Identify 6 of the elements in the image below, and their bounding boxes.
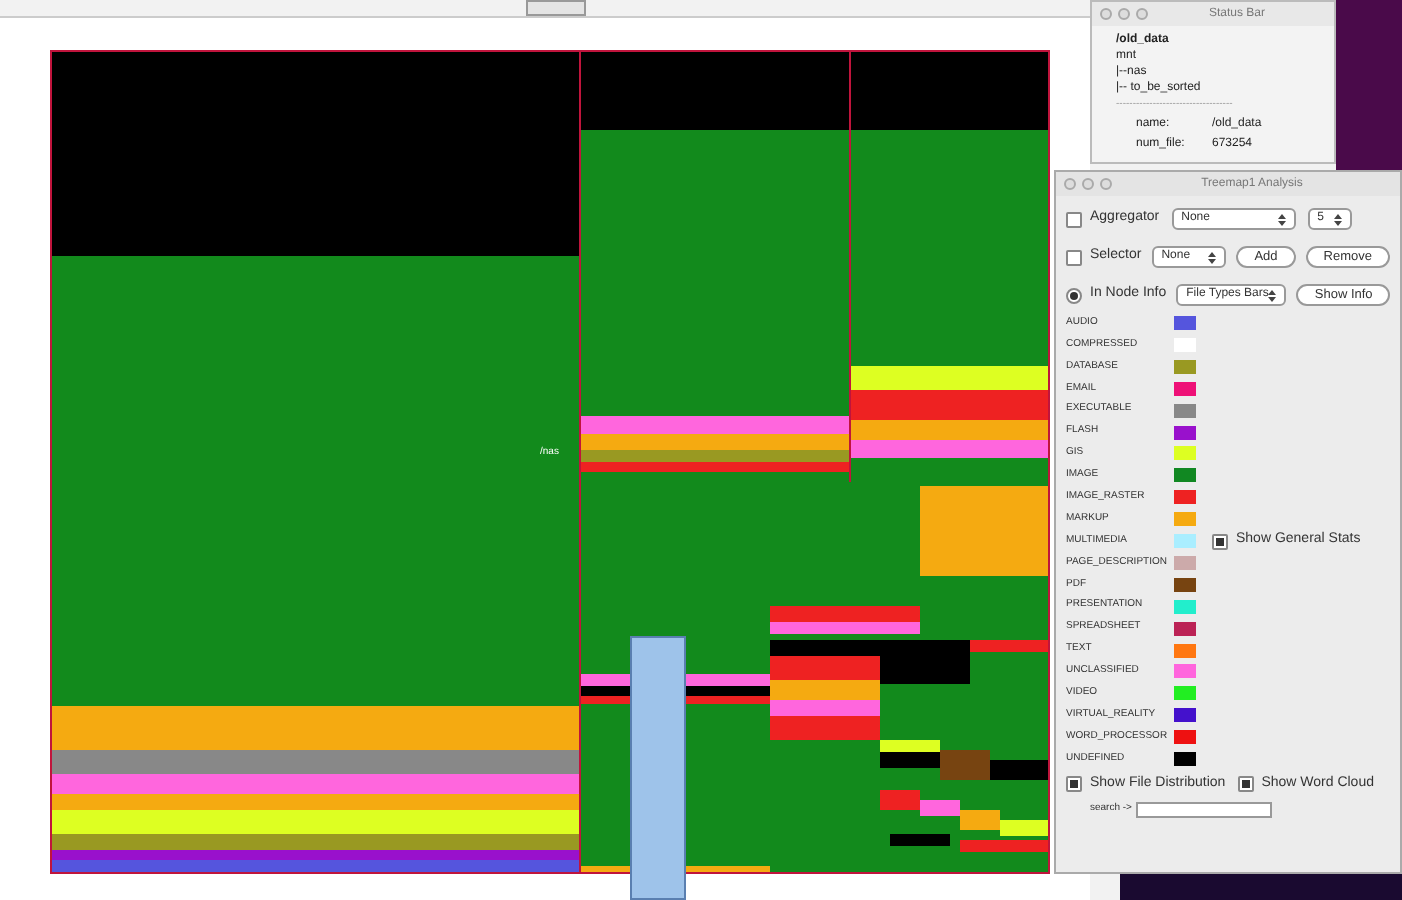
stepper-icon	[1333, 213, 1342, 225]
stepper-icon	[1208, 251, 1217, 263]
stepper-icon	[1268, 289, 1277, 301]
search-field[interactable]	[1135, 801, 1272, 818]
stepper-icon	[1277, 213, 1286, 225]
toolbar-tab[interactable]	[526, 0, 586, 16]
